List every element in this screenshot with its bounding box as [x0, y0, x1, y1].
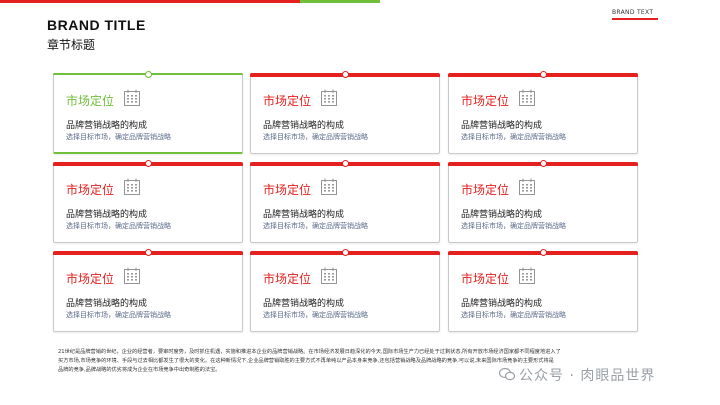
- card-description: 选择目标市场，确定品牌营销战略: [263, 133, 368, 141]
- card-subtitle: 品牌营销战略的构成: [263, 121, 345, 131]
- card-title: 市场定位: [66, 94, 115, 108]
- chapter-title: 章节标题: [47, 38, 96, 52]
- card-subtitle: 品牌营销战略的构成: [66, 210, 148, 220]
- top-accent-green: [300, 0, 380, 3]
- card-title: 市场定位: [461, 272, 510, 286]
- calendar-icon: [519, 178, 535, 195]
- card-subtitle: 品牌营销战略的构成: [66, 299, 148, 309]
- brand-text: BRAND TEXT: [612, 9, 654, 16]
- calendar-icon: [321, 89, 337, 106]
- card-description: 选择目标市场，确定品牌营销战略: [461, 222, 566, 230]
- card-description: 选择目标市场，确定品牌营销战略: [66, 133, 171, 141]
- card-title: 市场定位: [263, 272, 312, 286]
- card-subtitle: 品牌营销战略的构成: [461, 299, 543, 309]
- watermark-text: 公众号 · 肉眼品世界: [519, 368, 656, 384]
- brand-title: BRAND TITLE: [47, 17, 146, 33]
- card-connector-dot: [145, 160, 152, 167]
- card-connector-dot: [145, 249, 152, 256]
- watermark: 公众号 · 肉眼品世界: [498, 365, 656, 385]
- wechat-icon: [498, 367, 516, 385]
- card-subtitle: 品牌营销战略的构成: [66, 121, 148, 131]
- card-subtitle: 品牌营销战略的构成: [263, 299, 345, 309]
- footer-line-1: 21世纪是品牌营销的世纪，企业的经营者，要审时度势，及时抓住机遇，实施和推进本企…: [58, 349, 561, 355]
- card-description: 选择目标市场，确定品牌营销战略: [66, 311, 171, 319]
- info-card: 市场定位品牌营销战略的构成选择目标市场，确定品牌营销战略: [250, 160, 440, 243]
- top-accent-bar: [0, 0, 720, 3]
- info-card: 市场定位品牌营销战略的构成选择目标市场，确定品牌营销战略: [448, 160, 638, 243]
- brand-underline: [612, 18, 658, 20]
- info-card: 市场定位品牌营销战略的构成选择目标市场，确定品牌营销战略: [250, 71, 440, 154]
- card-title: 市场定位: [263, 94, 312, 108]
- calendar-icon: [321, 267, 337, 284]
- card-title: 市场定位: [66, 183, 115, 197]
- card-connector-dot: [342, 71, 349, 78]
- card-description: 选择目标市场，确定品牌营销战略: [66, 222, 171, 230]
- calendar-icon: [124, 267, 140, 284]
- card-connector-dot: [540, 249, 547, 256]
- card-title: 市场定位: [263, 183, 312, 197]
- card-subtitle: 品牌营销战略的构成: [461, 121, 543, 131]
- card-title: 市场定位: [461, 94, 510, 108]
- card-connector-dot: [540, 160, 547, 167]
- info-card: 市场定位品牌营销战略的构成选择目标市场，确定品牌营销战略: [53, 249, 243, 332]
- info-card: 市场定位品牌营销战略的构成选择目标市场，确定品牌营销战略: [448, 249, 638, 332]
- calendar-icon: [124, 89, 140, 106]
- card-description: 选择目标市场，确定品牌营销战略: [263, 311, 368, 319]
- top-accent-red: [0, 0, 300, 3]
- card-connector-dot: [145, 71, 152, 78]
- card-description: 选择目标市场，确定品牌营销战略: [461, 133, 566, 141]
- card-description: 选择目标市场，确定品牌营销战略: [263, 222, 368, 230]
- calendar-icon: [519, 267, 535, 284]
- card-connector-dot: [342, 249, 349, 256]
- info-card: 市场定位品牌营销战略的构成选择目标市场，确定品牌营销战略: [448, 71, 638, 154]
- card-subtitle: 品牌营销战略的构成: [263, 210, 345, 220]
- card-description: 选择目标市场，确定品牌营销战略: [461, 311, 566, 319]
- calendar-icon: [321, 178, 337, 195]
- card-title: 市场定位: [461, 183, 510, 197]
- card-connector-dot: [342, 160, 349, 167]
- info-card: 市场定位品牌营销战略的构成选择目标市场，确定品牌营销战略: [250, 249, 440, 332]
- card-grid: 市场定位 品牌营销战略的构成 选择目标市场，确定品牌营销战略 市场定位 品牌营销战略的构…: [53, 71, 640, 335]
- info-card: 市场定位品牌营销战略的构成选择目标市场，确定品牌营销战略: [53, 160, 243, 243]
- card-title: 市场定位: [66, 272, 115, 286]
- calendar-icon: [124, 178, 140, 195]
- info-card: 市场定位品牌营销战略的构成选择目标市场，确定品牌营销战略: [53, 71, 243, 154]
- card-subtitle: 品牌营销战略的构成: [461, 210, 543, 220]
- calendar-icon: [519, 89, 535, 106]
- card-connector-dot: [540, 71, 547, 78]
